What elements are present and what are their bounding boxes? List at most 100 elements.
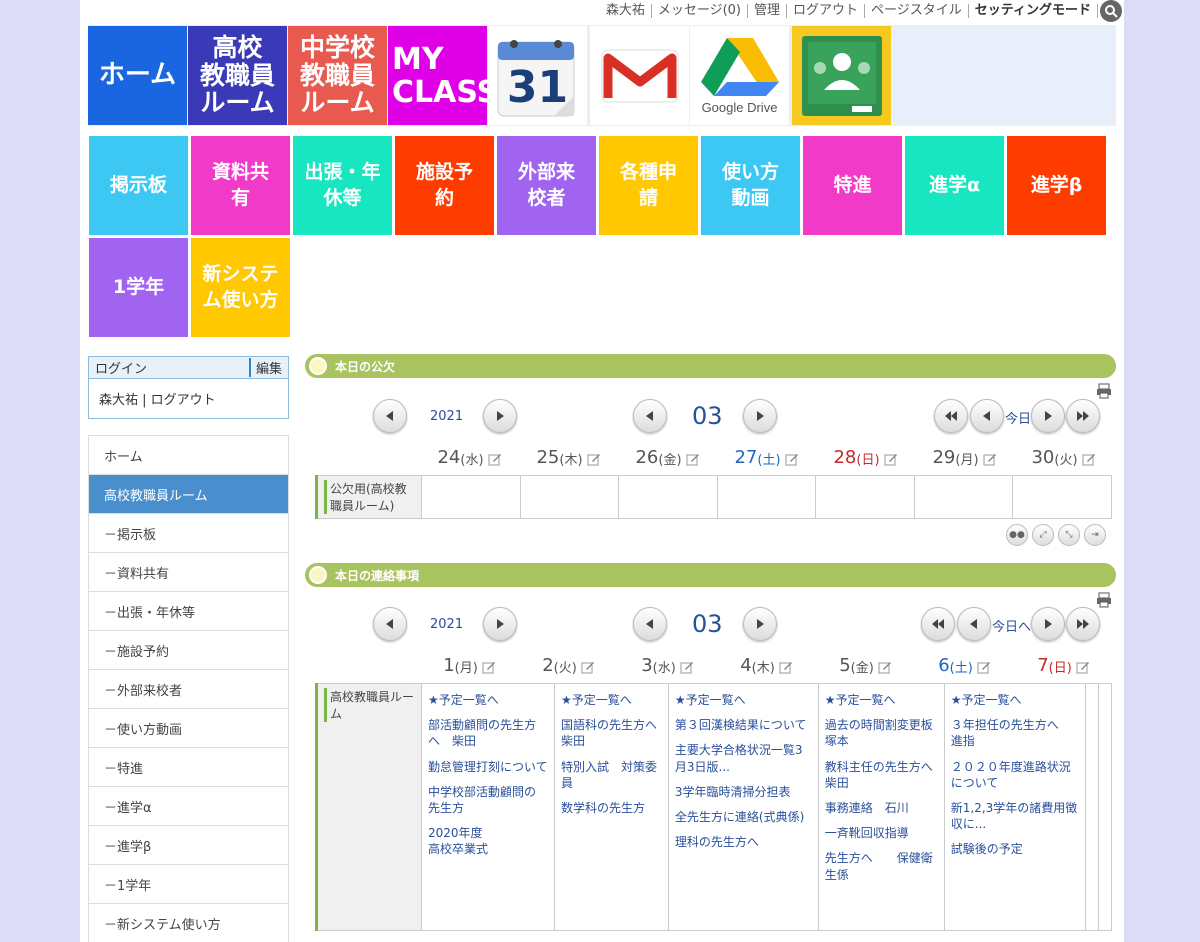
prev-year-button[interactable]: [373, 607, 407, 641]
print-icon[interactable]: [1096, 383, 1112, 399]
calendar-cell[interactable]: [618, 475, 718, 519]
notice-item[interactable]: 教科主任の先生方へ 柴田: [825, 759, 938, 791]
google-calendar-icon[interactable]: 31: [488, 26, 587, 125]
calendar-cell[interactable]: [913, 475, 1014, 519]
calendar-cell[interactable]: [421, 475, 521, 519]
nav-tile-3[interactable]: 施設予 約: [395, 136, 494, 235]
notice-item[interactable]: 中学校部活動顧問の先生方: [428, 784, 548, 816]
notice-item[interactable]: 特別入試 対策委員: [561, 759, 662, 791]
edit-icon[interactable]: [1076, 660, 1090, 674]
side-menu-item-2[interactable]: －掲示板: [89, 514, 288, 553]
side-menu-item-8[interactable]: －特進: [89, 748, 288, 787]
edit-icon[interactable]: [884, 452, 898, 466]
next-week-button[interactable]: [1066, 399, 1100, 433]
notice-cell[interactable]: [1097, 683, 1113, 931]
notice-item[interactable]: 過去の時間割変更板 塚本: [825, 717, 938, 749]
notice-item[interactable]: 理科の先生方へ: [675, 834, 812, 850]
setting-mode-link[interactable]: セッティングモード: [969, 4, 1098, 18]
gmail-icon[interactable]: [590, 26, 689, 125]
calendar-cell[interactable]: [716, 475, 817, 519]
notice-item[interactable]: 国語科の先生方へ 柴田: [561, 717, 662, 749]
calendar-cell[interactable]: [519, 475, 620, 519]
edit-icon[interactable]: [482, 660, 496, 674]
side-menu-item-11[interactable]: －1学年: [89, 865, 288, 904]
notice-item[interactable]: ★予定一覧へ: [428, 692, 548, 708]
side-menu-item-12[interactable]: －新システム使い方: [89, 904, 288, 942]
google-classroom-icon[interactable]: [792, 26, 891, 125]
notice-item[interactable]: 第３回漢検結果について: [675, 717, 812, 733]
notice-item[interactable]: ★予定一覧へ: [561, 692, 662, 708]
next-day-button[interactable]: [1031, 399, 1065, 433]
export-icon[interactable]: ⇥: [1084, 524, 1106, 546]
notice-item[interactable]: 全先生方に連絡(式典係): [675, 809, 812, 825]
calendar-cell[interactable]: [1012, 475, 1112, 519]
notice-cell[interactable]: ★予定一覧へ 第３回漢検結果について主要大学合格状況一覧3月3日版... 3学年臨時…: [667, 683, 819, 931]
nav-tile-11[interactable]: 新システ ム使い方: [191, 238, 290, 337]
user-link[interactable]: 森大祐: [600, 4, 652, 18]
notice-cell[interactable]: ★予定一覧へ ３年担任の先生方へ 進指 ２０２０年度進路状況について 新1,2,3学年…: [943, 683, 1086, 931]
prev-day-button[interactable]: [957, 607, 991, 641]
nav-tile-5[interactable]: 各種申 請: [599, 136, 698, 235]
messages-link[interactable]: メッセージ(0): [652, 4, 748, 18]
notice-item[interactable]: ★予定一覧へ: [825, 692, 938, 708]
print-icon[interactable]: [1096, 592, 1112, 608]
notice-item[interactable]: 数学科の先生方: [561, 800, 662, 816]
notice-item[interactable]: 部活動顧問の先生方へ 柴田: [428, 717, 548, 749]
notice-item[interactable]: ★予定一覧へ: [951, 692, 1079, 708]
header-tile-1[interactable]: 高校 教職員 ルーム: [188, 26, 287, 125]
nav-tile-7[interactable]: 特進: [803, 136, 902, 235]
logout-link[interactable]: ログアウト: [787, 4, 866, 18]
nav-tile-10[interactable]: 1学年: [89, 238, 188, 337]
nav-tile-9[interactable]: 進学β: [1007, 136, 1106, 235]
next-day-button[interactable]: [1031, 607, 1065, 641]
nav-tile-2[interactable]: 出張・年 休等: [293, 136, 392, 235]
notice-cell[interactable]: [1084, 683, 1099, 931]
login-user-link[interactable]: 森大祐: [99, 393, 138, 408]
next-year-button[interactable]: [483, 399, 517, 433]
notice-item[interactable]: ３年担任の先生方へ 進指: [951, 717, 1079, 749]
notice-item[interactable]: 新1,2,3学年の諸費用徴収に...: [951, 800, 1079, 832]
calendar-cell[interactable]: [815, 475, 915, 519]
notice-item[interactable]: 3学年臨時清掃分担表: [675, 784, 812, 800]
notice-item[interactable]: 一斉靴回収指導: [825, 825, 938, 841]
edit-icon[interactable]: [785, 452, 799, 466]
side-menu-item-10[interactable]: －進学β: [89, 826, 288, 865]
notice-item[interactable]: 勤怠管理打刻について: [428, 759, 548, 775]
today-link[interactable]: 今日: [1005, 408, 1031, 427]
prev-month-button[interactable]: [633, 399, 667, 433]
side-menu-item-4[interactable]: －出張・年休等: [89, 592, 288, 631]
notice-item[interactable]: 先生方へ 保健衛生係: [825, 850, 938, 882]
edit-icon[interactable]: [983, 452, 997, 466]
prev-week-button[interactable]: [921, 607, 955, 641]
side-menu-item-9[interactable]: －進学α: [89, 787, 288, 826]
nav-tile-0[interactable]: 掲示板: [89, 136, 188, 235]
next-week-button[interactable]: [1066, 607, 1100, 641]
prev-day-button[interactable]: [970, 399, 1004, 433]
side-menu-item-1[interactable]: 高校教職員ルーム: [89, 475, 288, 514]
edit-icon[interactable]: [977, 660, 991, 674]
edit-icon[interactable]: [680, 660, 694, 674]
nav-tile-6[interactable]: 使い方 動画: [701, 136, 800, 235]
next-month-button[interactable]: [743, 607, 777, 641]
nav-tile-8[interactable]: 進学α: [905, 136, 1004, 235]
side-menu-item-6[interactable]: －外部来校者: [89, 670, 288, 709]
edit-icon[interactable]: [581, 660, 595, 674]
notice-item[interactable]: 試験後の予定: [951, 841, 1079, 857]
next-month-button[interactable]: [743, 399, 777, 433]
side-menu-item-0[interactable]: ホーム: [89, 436, 288, 475]
today-link[interactable]: 今日へ: [992, 616, 1031, 635]
prev-year-button[interactable]: [373, 399, 407, 433]
notice-item[interactable]: 主要大学合格状況一覧3月3日版...: [675, 742, 812, 774]
login-logout-link[interactable]: ログアウト: [151, 393, 216, 408]
page-style-link[interactable]: ページスタイル: [865, 4, 969, 18]
expand-icon[interactable]: ⤢: [1032, 524, 1054, 546]
notice-cell[interactable]: ★予定一覧へ国語科の先生方へ 柴田 特別入試 対策委員数学科の先生方: [553, 683, 669, 931]
prev-week-button[interactable]: [934, 399, 968, 433]
nav-tile-4[interactable]: 外部来 校者: [497, 136, 596, 235]
edit-icon[interactable]: [587, 452, 601, 466]
notice-item[interactable]: ★予定一覧へ: [675, 692, 812, 708]
prev-month-button[interactable]: [633, 607, 667, 641]
edit-icon[interactable]: [1082, 452, 1096, 466]
nav-tile-1[interactable]: 資料共 有: [191, 136, 290, 235]
side-menu-item-3[interactable]: －資料共有: [89, 553, 288, 592]
